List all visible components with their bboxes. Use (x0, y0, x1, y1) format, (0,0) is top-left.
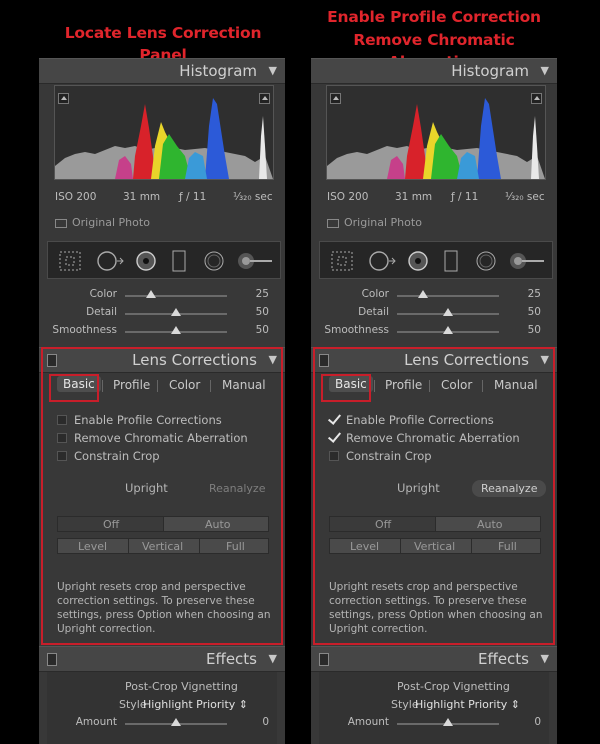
slider-value: 50 (527, 306, 541, 318)
original-photo-toggle[interactable]: Original Photo (55, 216, 150, 229)
histogram-graph[interactable] (54, 85, 274, 180)
shadow-clipping-icon[interactable] (58, 93, 69, 104)
crop-overlay-icon[interactable] (330, 250, 354, 272)
slider-smoothness[interactable]: Smoothness 50 (311, 324, 557, 340)
red-eye-icon[interactable] (134, 250, 158, 272)
spot-removal-icon[interactable] (96, 250, 126, 272)
aperture-readout: ƒ / 11 (179, 191, 207, 203)
slider-label: Amount (347, 716, 389, 728)
slider-knob[interactable] (171, 308, 181, 316)
iso-readout: ISO 200 (55, 191, 97, 203)
slider-label: Detail (86, 306, 117, 318)
post-crop-vignetting-label: Post-Crop Vignetting (125, 680, 238, 693)
collapse-triangle-icon[interactable]: ▼ (269, 64, 277, 77)
panel-switch-icon[interactable] (47, 653, 57, 666)
basic-tab-highlight (49, 374, 99, 402)
slider-value: 0 (262, 716, 269, 728)
slider-label: Color (89, 288, 117, 300)
slider-knob[interactable] (443, 718, 453, 726)
collapse-triangle-icon[interactable]: ▼ (541, 652, 549, 665)
aperture-readout: ƒ / 11 (451, 191, 479, 203)
post-crop-vignetting-label: Post-Crop Vignetting (397, 680, 510, 693)
develop-panel-left: Histogram ▼ ISO 200 31 mm ƒ / 11 ¹⁄₃₂₀ s… (39, 58, 285, 744)
collapse-triangle-icon[interactable]: ▼ (541, 64, 549, 77)
effects-header[interactable]: Effects ▼ (311, 646, 557, 672)
slider-color[interactable]: Color 25 (39, 288, 285, 304)
tool-strip (47, 241, 281, 279)
crop-overlay-icon[interactable] (58, 250, 82, 272)
slider-label: Smoothness (52, 324, 117, 336)
focal-length-readout: 31 mm (395, 191, 433, 203)
shutter-readout: ¹⁄₃₂₀ sec (505, 191, 545, 203)
caption-right-line1: Enable Profile Correction (327, 8, 541, 26)
iso-readout: ISO 200 (327, 191, 369, 203)
slider-label: Color (361, 288, 389, 300)
slider-smoothness[interactable]: Smoothness 50 (39, 324, 285, 340)
slider-track[interactable] (397, 295, 499, 297)
original-photo-label: Original Photo (72, 216, 150, 229)
slider-color[interactable]: Color 25 (311, 288, 557, 304)
slider-value: 50 (527, 324, 541, 336)
collapse-triangle-icon[interactable]: ▼ (269, 652, 277, 665)
slider-amount[interactable]: Amount 0 (39, 716, 285, 732)
slider-value: 25 (527, 288, 541, 300)
slider-track[interactable] (125, 295, 227, 297)
slider-label: Amount (75, 716, 117, 728)
adjustment-brush-icon[interactable] (508, 250, 546, 272)
red-eye-icon[interactable] (406, 250, 430, 272)
highlight-clipping-icon[interactable] (259, 93, 270, 104)
style-select[interactable]: Highlight Priority ⇕ (143, 698, 248, 711)
graduated-filter-icon[interactable] (442, 250, 462, 272)
slider-detail[interactable]: Detail 50 (311, 306, 557, 322)
radial-filter-icon[interactable] (474, 250, 498, 272)
radial-filter-icon[interactable] (202, 250, 226, 272)
highlight-clipping-icon[interactable] (531, 93, 542, 104)
slider-value: 0 (534, 716, 541, 728)
slider-value: 25 (255, 288, 269, 300)
adjustment-brush-icon[interactable] (236, 250, 274, 272)
develop-panel-right: Histogram ▼ ISO 200 31 mm ƒ / 11 ¹⁄₃₂₀ s… (311, 58, 557, 744)
slider-knob[interactable] (171, 718, 181, 726)
slider-value: 50 (255, 306, 269, 318)
slider-knob[interactable] (443, 326, 453, 334)
tool-strip (319, 241, 553, 279)
original-photo-label: Original Photo (344, 216, 422, 229)
checkbox-icon (327, 218, 339, 228)
slider-knob[interactable] (145, 290, 156, 298)
effects-title: Effects (478, 650, 529, 668)
histogram-header[interactable]: Histogram ▼ (39, 58, 285, 84)
slider-value: 50 (255, 324, 269, 336)
spot-removal-icon[interactable] (368, 250, 398, 272)
slider-knob[interactable] (171, 326, 181, 334)
slider-label: Detail (358, 306, 389, 318)
style-select[interactable]: Highlight Priority ⇕ (415, 698, 520, 711)
panel-switch-icon[interactable] (319, 653, 329, 666)
histogram-title: Histogram (451, 62, 529, 80)
effects-title: Effects (206, 650, 257, 668)
slider-knob[interactable] (417, 290, 428, 298)
effects-header[interactable]: Effects ▼ (39, 646, 285, 672)
histogram-title: Histogram (179, 62, 257, 80)
slider-amount[interactable]: Amount 0 (311, 716, 557, 732)
slider-knob[interactable] (443, 308, 453, 316)
shadow-clipping-icon[interactable] (330, 93, 341, 104)
shutter-readout: ¹⁄₃₂₀ sec (233, 191, 273, 203)
graduated-filter-icon[interactable] (170, 250, 190, 272)
basic-tab-highlight (321, 374, 371, 402)
slider-label: Smoothness (324, 324, 389, 336)
slider-detail[interactable]: Detail 50 (39, 306, 285, 322)
original-photo-toggle[interactable]: Original Photo (327, 216, 422, 229)
checkbox-icon (55, 218, 67, 228)
histogram-header[interactable]: Histogram ▼ (311, 58, 557, 84)
focal-length-readout: 31 mm (123, 191, 161, 203)
histogram-graph[interactable] (326, 85, 546, 180)
